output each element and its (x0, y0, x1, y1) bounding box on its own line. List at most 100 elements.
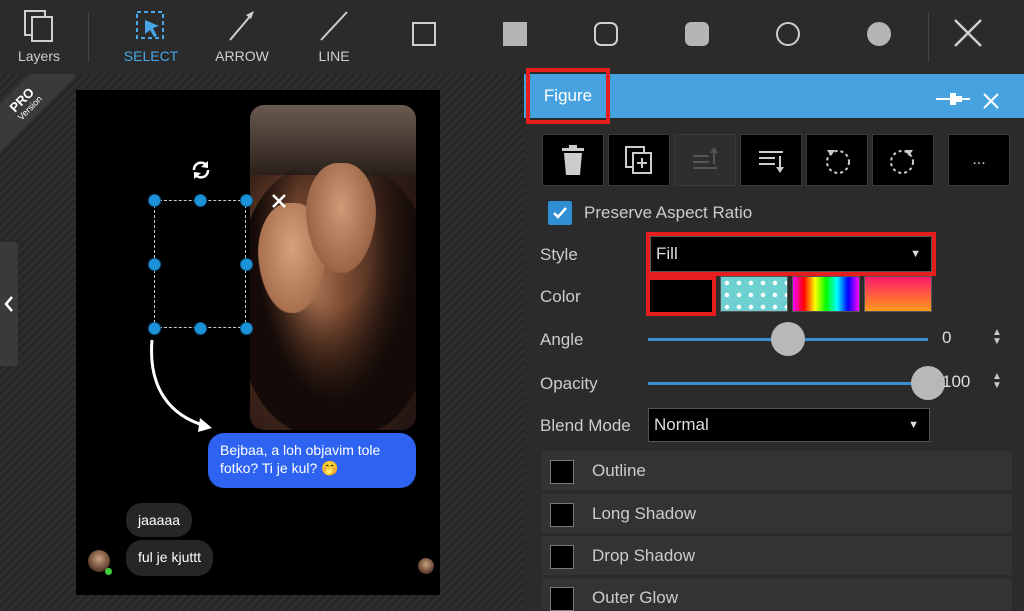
curved-arrow-shape[interactable] (140, 338, 220, 438)
sent-message-bubble: Bejbaa, a loh objavim tole fotko? Ti je … (208, 433, 416, 488)
outline-option-row[interactable]: Outline (542, 450, 1012, 490)
panel-title: Figure (526, 68, 610, 124)
delete-button[interactable] (542, 134, 604, 186)
select-icon (136, 11, 164, 39)
angle-spinner[interactable]: ▲ ▼ (992, 328, 1002, 347)
resize-handle-bottom[interactable] (194, 322, 207, 335)
side-panel-toggle[interactable] (0, 242, 18, 366)
outer-glow-checkbox[interactable] (550, 587, 574, 611)
long-shadow-option-row[interactable]: Long Shadow (542, 493, 1012, 533)
long-shadow-label: Long Shadow (592, 504, 696, 523)
circle-outline-icon (776, 22, 800, 46)
toolbar-circle-filled-button[interactable] (861, 0, 897, 74)
resize-handle-top-right[interactable] (240, 194, 253, 207)
toolbar-select-button[interactable]: SELECT (118, 0, 184, 74)
angle-value[interactable]: 0 (942, 328, 951, 348)
checkmark-icon (553, 207, 567, 219)
opacity-slider-track[interactable] (648, 382, 928, 385)
layers-icon (24, 10, 53, 42)
received-message-bubble: jaaaaa (126, 503, 193, 537)
color-rainbow-swatch[interactable] (792, 276, 860, 312)
toolbar-arrow-label: ARROW (215, 48, 269, 64)
top-toolbar: Layers SELECT ARROW LINE (0, 0, 1024, 74)
pin-icon[interactable] (936, 92, 970, 106)
resize-handle-top[interactable] (194, 194, 207, 207)
send-backward-button[interactable] (740, 134, 802, 186)
workspace: PRO Version Bejbaa, a loh objavim tole f… (0, 74, 524, 610)
outer-glow-label: Outer Glow (592, 588, 678, 607)
toolbar-rounded-square-filled-button[interactable] (679, 0, 715, 74)
more-options-button[interactable]: ... (948, 134, 1010, 186)
chevron-down-icon: ▼ (908, 419, 919, 431)
preserve-aspect-ratio-checkbox[interactable] (548, 201, 572, 225)
toolbar-line-button[interactable]: LINE (306, 0, 362, 74)
circle-filled-icon (867, 22, 891, 46)
resize-handle-top-left[interactable] (148, 194, 161, 207)
style-select[interactable]: Fill ▼ (650, 236, 932, 272)
blend-mode-select[interactable]: Normal ▼ (648, 408, 930, 442)
color-solid-swatch[interactable] (650, 280, 712, 312)
drop-shadow-label: Drop Shadow (592, 546, 696, 565)
trash-icon (562, 145, 584, 175)
bring-forward-icon (693, 147, 718, 169)
duplicate-button[interactable] (608, 134, 670, 186)
chevron-left-icon (4, 296, 13, 312)
blend-mode-label: Blend Mode (540, 416, 631, 435)
rotate-icon[interactable] (188, 158, 214, 182)
color-label: Color (540, 287, 581, 306)
style-label: Style (540, 245, 578, 264)
toolbar-layers-button[interactable]: Layers (12, 0, 66, 74)
resize-handle-bottom-right[interactable] (240, 322, 253, 335)
delete-shape-icon[interactable] (270, 192, 288, 210)
blend-mode-value: Normal (654, 415, 709, 434)
opacity-spinner[interactable]: ▲ ▼ (992, 372, 1002, 391)
toolbar-select-label: SELECT (123, 48, 179, 64)
resize-handle-right[interactable] (240, 258, 253, 271)
angle-slider-thumb[interactable] (771, 322, 805, 356)
toolbar-arrow-button[interactable]: ARROW (208, 0, 276, 74)
rotate-left-button[interactable] (806, 134, 868, 186)
read-receipt-avatar (418, 558, 434, 574)
send-backward-icon (759, 151, 784, 173)
design-canvas[interactable]: Bejbaa, a loh objavim tole fotko? Ti je … (76, 90, 440, 595)
color-pattern-swatch[interactable] (720, 276, 788, 312)
long-shadow-checkbox[interactable] (550, 503, 574, 527)
rotate-left-icon (826, 150, 850, 174)
color-gradient-swatch[interactable] (864, 276, 932, 312)
toolbar-square-outline-button[interactable] (406, 0, 442, 74)
line-icon (320, 11, 348, 41)
toolbar-circle-outline-button[interactable] (770, 0, 806, 74)
preserve-aspect-ratio-label: Preserve Aspect Ratio (584, 203, 753, 222)
rotate-right-button[interactable] (872, 134, 934, 186)
received-message-bubble: ful je kjuttt (126, 540, 214, 576)
square-outline-icon (412, 22, 436, 46)
rounded-square-outline-icon (594, 22, 618, 46)
toolbar-line-label: LINE (318, 48, 350, 64)
online-status-dot (105, 568, 112, 575)
selfie-photo[interactable] (250, 105, 416, 430)
toolbar-close-button[interactable] (948, 0, 988, 74)
outline-checkbox[interactable] (550, 460, 574, 484)
toolbar-layers-label: Layers (17, 48, 61, 64)
square-filled-icon (503, 22, 527, 46)
outer-glow-option-row[interactable]: Outer Glow (542, 577, 1012, 611)
drop-shadow-option-row[interactable]: Drop Shadow (542, 535, 1012, 575)
selected-shape[interactable] (154, 200, 246, 328)
resize-handle-bottom-left[interactable] (148, 322, 161, 335)
rotate-right-icon (890, 150, 914, 174)
toolbar-square-filled-button[interactable] (497, 0, 533, 74)
pro-version-badge: PRO Version (0, 74, 76, 154)
opacity-value[interactable]: 100 (942, 372, 970, 392)
panel-close-icon[interactable] (982, 92, 1000, 110)
more-options-label: ... (972, 151, 986, 168)
figure-properties-panel: Figure ... Preserve Aspect Ratio Style F… (524, 68, 1024, 611)
opacity-slider-thumb[interactable] (911, 366, 945, 400)
toolbar-separator (928, 12, 929, 62)
resize-handle-left[interactable] (148, 258, 161, 271)
bring-forward-button[interactable] (674, 134, 736, 186)
opacity-label: Opacity (540, 374, 598, 393)
photo-face-right (306, 163, 376, 273)
toolbar-rounded-square-outline-button[interactable] (588, 0, 624, 74)
drop-shadow-checkbox[interactable] (550, 545, 574, 569)
style-select-value: Fill (656, 244, 678, 263)
